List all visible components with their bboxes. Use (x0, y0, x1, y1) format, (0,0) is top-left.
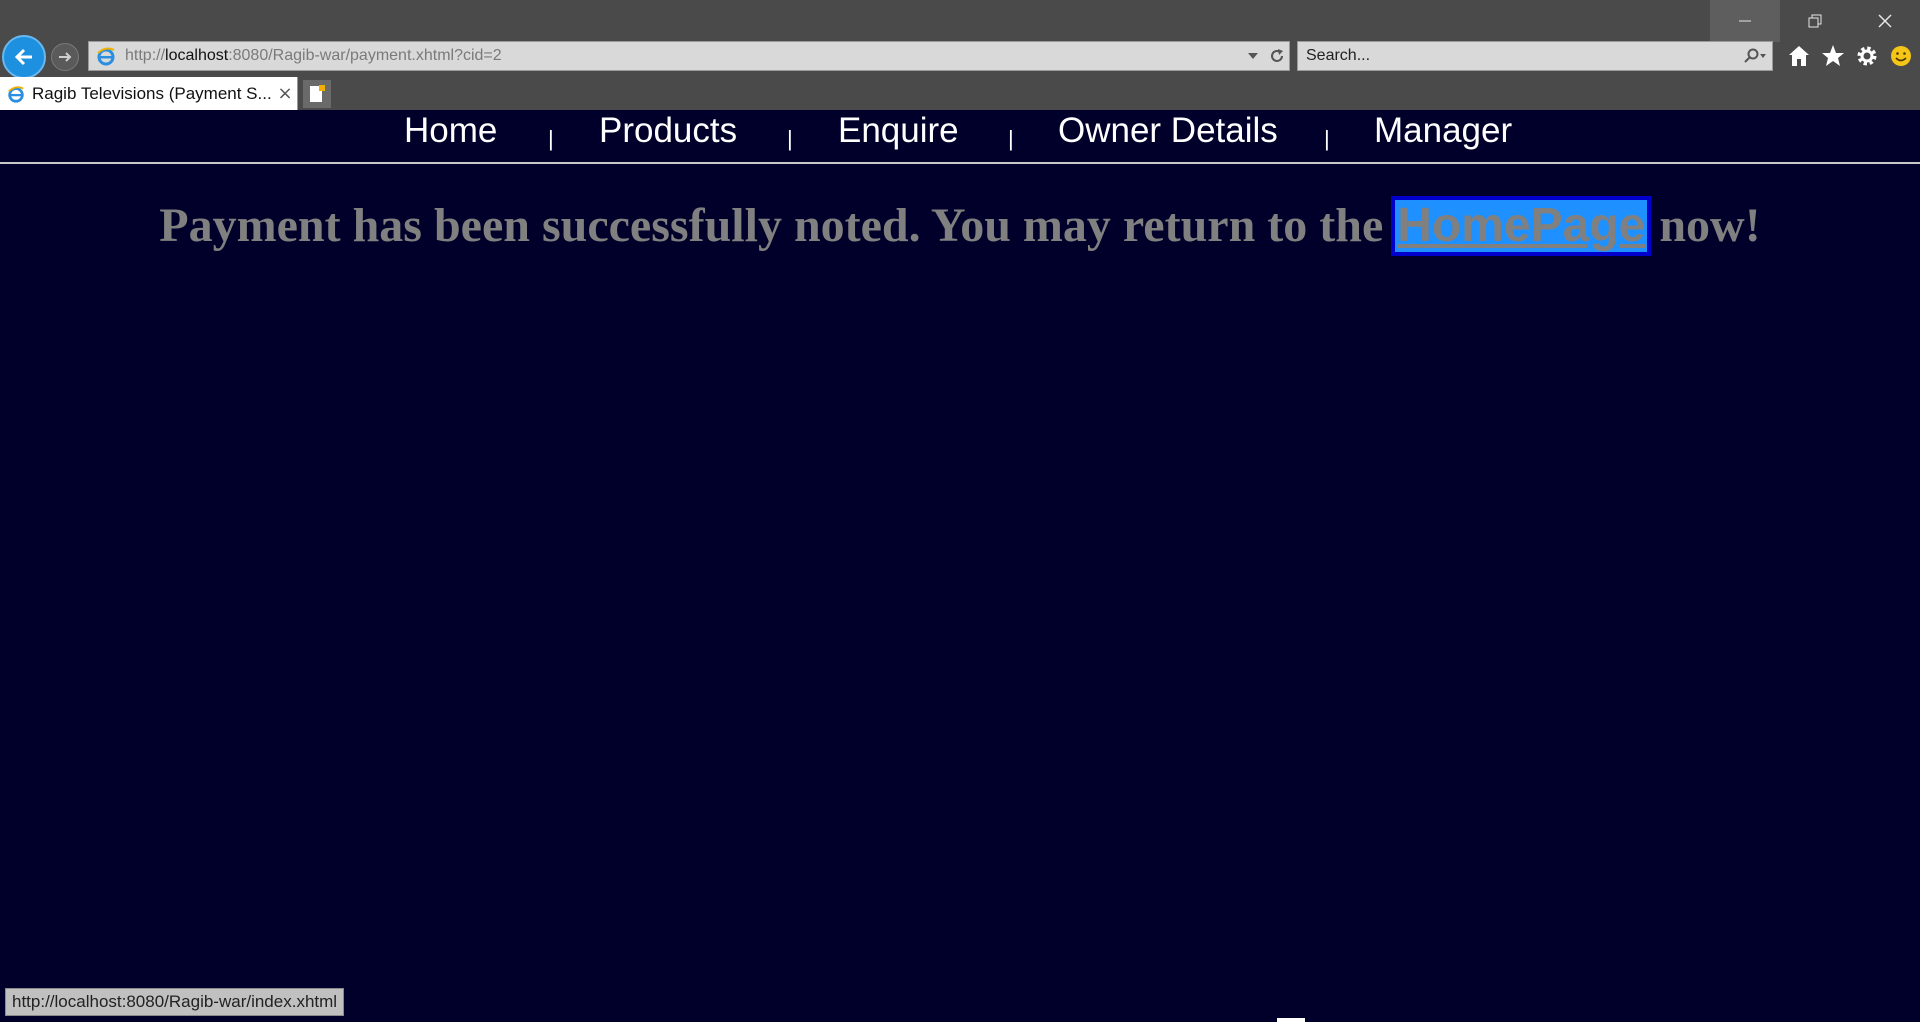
message-text-after: now! (1647, 199, 1761, 252)
nav-products-link[interactable]: Products (599, 110, 737, 152)
ie-logo-icon (97, 47, 115, 66)
favorites-button[interactable] (1819, 42, 1847, 70)
search-button[interactable] (1738, 42, 1772, 70)
url-text[interactable]: http://localhost:8080/Ragib-war/payment.… (125, 47, 1241, 65)
url-host: localhost (165, 47, 229, 64)
nav-owner-details-link[interactable]: Owner Details (1058, 110, 1278, 152)
browser-tab-active[interactable]: Ragib Televisions (Payment S... × (0, 77, 298, 110)
nav-separator: | (548, 126, 554, 151)
address-bar[interactable]: http://localhost:8080/Ragib-war/payment.… (88, 41, 1290, 71)
nav-separator: | (1324, 126, 1330, 151)
home-button[interactable] (1785, 42, 1813, 70)
url-path: :8080/Ragib-war/payment.xhtml?cid=2 (228, 47, 502, 64)
nav-separator: | (1008, 126, 1014, 151)
restore-button[interactable] (1780, 0, 1850, 42)
refresh-button[interactable] (1265, 42, 1289, 70)
tab-title: Ragib Televisions (Payment S... (32, 83, 272, 103)
ie-logo-icon (8, 85, 24, 103)
nav-manager-link[interactable]: Manager (1374, 110, 1512, 152)
search-icon (1744, 48, 1766, 63)
back-arrow-icon (14, 48, 32, 66)
settings-button[interactable] (1853, 42, 1881, 70)
site-navigation: Home | Products | Enquire | Owner Detail… (0, 110, 1920, 164)
star-icon (1822, 45, 1844, 66)
forward-arrow-icon (59, 52, 72, 62)
nav-separator: | (787, 126, 793, 151)
close-icon (1878, 14, 1892, 28)
payment-confirmation-message: Payment has been successfully noted. You… (0, 196, 1920, 256)
nav-enquire-link[interactable]: Enquire (838, 110, 959, 152)
tab-close-button[interactable]: × (273, 83, 297, 104)
status-bar-url: http://localhost:8080/Ragib-war/index.xh… (5, 988, 345, 1016)
new-tab-icon (310, 85, 325, 102)
smiley-icon (1891, 46, 1911, 66)
new-tab-button[interactable] (303, 80, 331, 108)
scroll-indicator (1277, 1018, 1305, 1022)
minimize-button[interactable] (1710, 0, 1780, 42)
close-window-button[interactable] (1850, 0, 1920, 42)
forward-button[interactable] (51, 43, 79, 71)
search-input[interactable] (1298, 42, 1738, 70)
chevron-down-icon (1248, 53, 1258, 59)
restore-icon (1808, 14, 1822, 28)
message-text-before: Payment has been successfully noted. You… (159, 199, 1396, 252)
browser-chrome: http://localhost:8080/Ragib-war/payment.… (0, 0, 1920, 110)
search-box[interactable] (1297, 41, 1773, 71)
home-icon (1789, 46, 1809, 66)
homepage-link[interactable]: HomePage (1391, 196, 1652, 256)
url-prefix: http:// (125, 47, 166, 64)
nav-home-link[interactable]: Home (404, 110, 497, 152)
minimize-icon (1739, 20, 1751, 22)
back-button[interactable] (2, 35, 46, 79)
window-controls (1710, 0, 1920, 42)
toolbar-icons (1785, 42, 1915, 70)
gear-icon (1857, 46, 1877, 66)
feedback-button[interactable] (1887, 42, 1915, 70)
refresh-icon (1271, 49, 1283, 62)
address-dropdown-button[interactable] (1241, 42, 1265, 70)
